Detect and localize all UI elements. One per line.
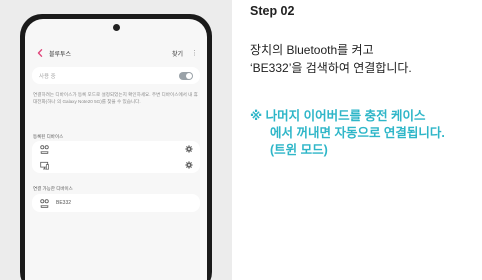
device-row-be332[interactable]: BE332 xyxy=(32,194,200,212)
switch-knob xyxy=(186,72,192,79)
earbuds-icon xyxy=(39,144,49,154)
instruction-line: 장치의 Bluetooth를 켜고 xyxy=(250,43,374,57)
bluetooth-toggle-row[interactable]: 사용 중 xyxy=(32,67,200,84)
back-arrow-icon[interactable] xyxy=(35,46,45,60)
twin-mode-note: ※ 나머지 이어버드를 충전 케이스 에서 꺼내면 자동으로 연결됩니다. (트… xyxy=(250,108,480,159)
earbuds-icon xyxy=(39,198,49,208)
toggle-label: 사용 중 xyxy=(39,73,56,80)
camera-notch xyxy=(113,24,120,31)
settings-gear-icon[interactable] xyxy=(185,161,193,169)
computer-icon xyxy=(39,160,49,170)
registered-devices-label: 등록된 디바이스 xyxy=(33,134,64,139)
phone-illustration-panel: 블루투스 찾기 ⋮ 사용 중 연결하려는 디바이스가 등록 모드로 설정되었는지… xyxy=(0,0,232,280)
available-devices-card: BE332 xyxy=(32,194,200,212)
phone-frame: 블루투스 찾기 ⋮ 사용 중 연결하려는 디바이스가 등록 모드로 설정되었는지… xyxy=(20,14,212,280)
bluetooth-switch[interactable] xyxy=(179,71,193,80)
device-row[interactable] xyxy=(32,157,200,173)
registered-devices-card xyxy=(32,141,200,173)
pairing-description: 연결하려는 디바이스가 등록 모드로 설정되었는지 확인하세요. 주변 디바이스… xyxy=(33,92,198,104)
available-devices-label: 연결 가능한 디바이스 xyxy=(33,186,73,191)
instruction-line: ‘BE332’을 검색하여 연결합니다. xyxy=(250,61,412,75)
device-name: BE332 xyxy=(56,200,72,206)
more-options-icon[interactable]: ⋮ xyxy=(191,49,198,57)
bluetooth-header: 블루투스 찾기 ⋮ xyxy=(25,45,207,61)
search-button[interactable]: 찾기 xyxy=(172,49,183,58)
device-row[interactable] xyxy=(32,141,200,157)
instruction-text: 장치의 Bluetooth를 켜고 ‘BE332’을 검색하여 연결합니다. xyxy=(250,41,480,77)
phone-screen: 블루투스 찾기 ⋮ 사용 중 연결하려는 디바이스가 등록 모드로 설정되었는지… xyxy=(25,19,207,280)
settings-gear-icon[interactable] xyxy=(185,145,193,153)
note-line: 에서 꺼내면 자동으로 연결됩니다. xyxy=(270,126,445,140)
step-title: Step 02 xyxy=(250,4,295,18)
note-line: ※ 나머지 이어버드를 충전 케이스 xyxy=(250,109,426,123)
note-line: (트윈 모드) xyxy=(270,143,328,157)
screen-title: 블루투스 xyxy=(49,51,72,58)
